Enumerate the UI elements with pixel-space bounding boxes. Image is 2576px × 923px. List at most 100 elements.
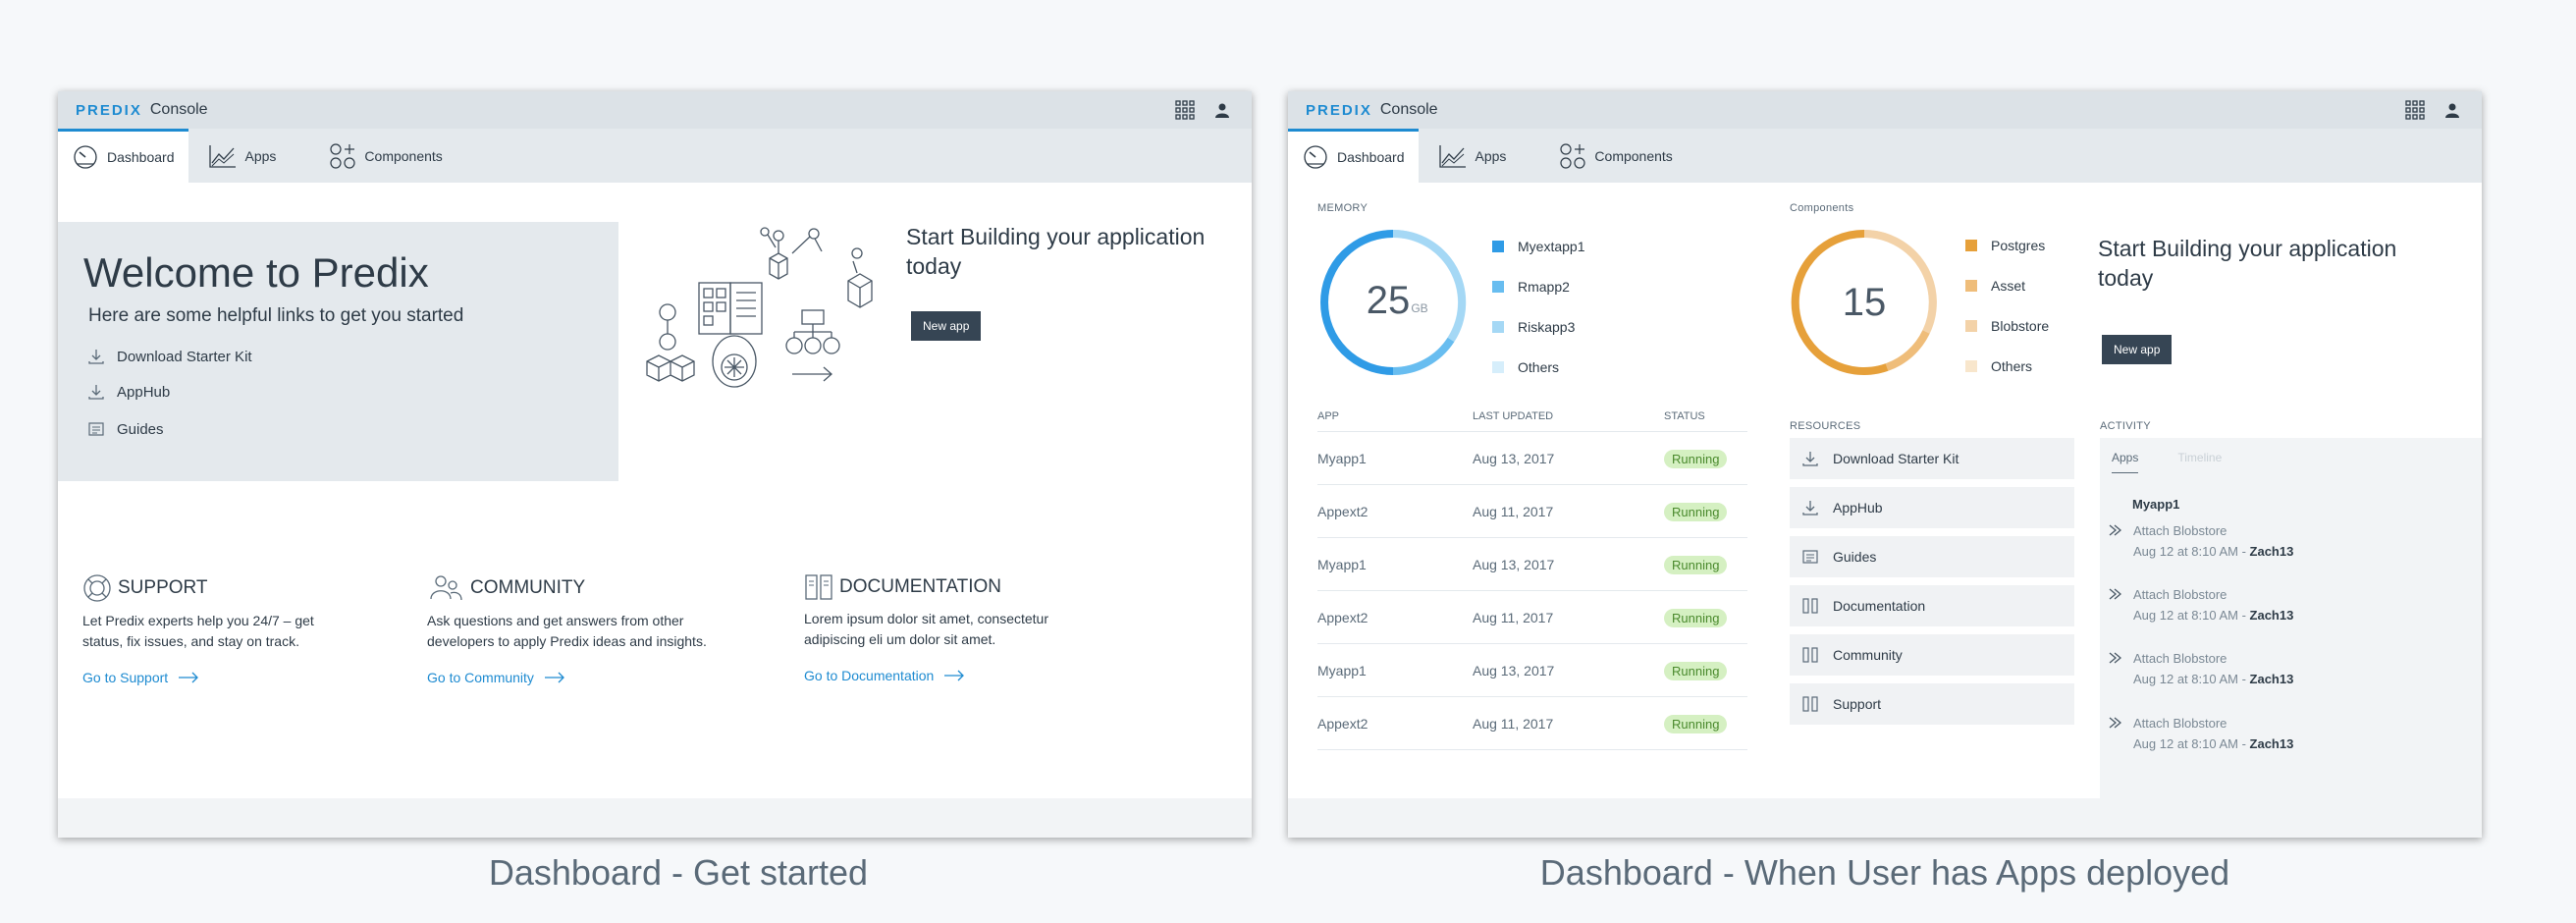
activity-user: Zach13 <box>2249 736 2294 751</box>
community-icon <box>430 575 462 601</box>
activity-time: Aug 12 at 8:10 AM - <box>2133 544 2246 559</box>
resource-apphub[interactable]: AppHub <box>1790 487 2074 528</box>
legend-label: Postgres <box>1991 237 2046 253</box>
documentation-column: DOCUMENTATION Lorem ipsum dolor sit amet… <box>804 573 1138 683</box>
cell-date: Aug 11, 2017 <box>1473 609 1554 625</box>
support-title: SUPPORT <box>118 577 208 598</box>
download-icon <box>1802 452 1818 466</box>
cell-app: Myapp1 <box>1317 556 1367 572</box>
tab-dashboard[interactable]: Dashboard <box>1288 129 1419 183</box>
tab-components[interactable]: Components <box>1545 129 1686 183</box>
line-chart-icon <box>208 144 236 168</box>
legend-swatch <box>1492 280 1504 293</box>
tab-dashboard-label: Dashboard <box>107 149 175 165</box>
documentation-icon <box>805 574 832 600</box>
legend-item: Others <box>1965 346 2049 386</box>
go-to-community-link[interactable]: Go to Community <box>427 670 761 685</box>
resource-download-starter-kit[interactable]: Download Starter Kit <box>1790 438 2074 479</box>
legend-swatch <box>1965 239 1977 251</box>
link-label: Guides <box>117 420 164 438</box>
cell-date: Aug 13, 2017 <box>1473 556 1555 572</box>
brand-title: Console <box>1379 101 1438 118</box>
link-apphub[interactable]: AppHub <box>87 383 170 401</box>
tab-apps[interactable]: Apps <box>188 129 316 183</box>
tab-apps[interactable]: Apps <box>1419 129 1546 183</box>
table-row[interactable]: Myapp1 Aug 13, 2017 Running <box>1317 538 1747 591</box>
memory-unit: GB <box>1411 301 1427 315</box>
brand-logo: PREDIX <box>76 101 142 119</box>
header-app: APP <box>1317 410 1340 422</box>
status-badge: Running <box>1664 449 1728 468</box>
link-label: Go to Community <box>427 670 534 685</box>
status-badge: Running <box>1664 555 1728 574</box>
cell-date: Aug 11, 2017 <box>1473 715 1554 732</box>
welcome-subtitle: Here are some helpful links to get you s… <box>88 305 464 326</box>
activity-action: Attach Blobstore <box>2133 651 2227 666</box>
activity-app-name: Myapp1 <box>2132 497 2180 512</box>
link-guides[interactable]: Guides <box>87 420 164 438</box>
documentation-icon <box>1802 598 1818 614</box>
resource-guides[interactable]: Guides <box>1790 536 2074 577</box>
new-app-button[interactable]: New app <box>2102 335 2173 364</box>
link-label: Download Starter Kit <box>117 348 252 365</box>
support-icon <box>83 574 111 602</box>
tab-dashboard-label: Dashboard <box>1337 149 1405 165</box>
footer-bar <box>1288 798 2482 838</box>
status-badge: Running <box>1664 608 1728 627</box>
activity-entry: Attach Blobstore Aug 12 at 8:10 AM - Zach… <box>2108 584 2293 625</box>
dashboard-get-started-window: PREDIX Console Dashboard Apps Components <box>58 91 1252 838</box>
community-description: Ask questions and get answers from other… <box>427 613 707 649</box>
legend-label: Myextapp1 <box>1518 238 1585 254</box>
resource-community[interactable]: Community <box>1790 634 2074 676</box>
user-icon[interactable] <box>1210 99 1234 121</box>
brand[interactable]: PREDIX Console <box>1306 101 1438 119</box>
welcome-title: Welcome to Predix <box>83 249 429 296</box>
title-bar: PREDIX Console <box>58 91 1252 129</box>
components-icon <box>330 142 356 169</box>
activity-tab-apps[interactable]: Apps <box>2112 451 2139 473</box>
link-download-starter-kit[interactable]: Download Starter Kit <box>87 348 252 365</box>
double-chevron-icon <box>2109 717 2122 729</box>
resource-documentation[interactable]: Documentation <box>1790 585 2074 626</box>
user-icon[interactable] <box>2441 99 2464 121</box>
activity-tab-timeline[interactable]: Timeline <box>2177 451 2222 473</box>
tab-components[interactable]: Components <box>315 129 456 183</box>
resource-support[interactable]: Support <box>1790 683 2074 725</box>
header-last-updated: LAST UPDATED <box>1473 410 1554 422</box>
table-row[interactable]: Myapp1 Aug 13, 2017 Running <box>1317 432 1747 485</box>
activity-action: Attach Blobstore <box>2133 587 2227 602</box>
arrow-right-icon <box>179 672 199 683</box>
table-row[interactable]: Appext2 Aug 11, 2017 Running <box>1317 697 1747 750</box>
arrow-right-icon <box>544 672 564 683</box>
download-icon <box>88 350 104 364</box>
activity-entry: Attach Blobstore Aug 12 at 8:10 AM - Zach… <box>2108 520 2293 562</box>
footer-bar <box>58 798 1252 838</box>
activity-action: Attach Blobstore <box>2133 716 2227 731</box>
legend-item: Rmapp2 <box>1492 266 1584 306</box>
table-row[interactable]: Appext2 Aug 11, 2017 Running <box>1317 591 1747 644</box>
caption-left: Dashboard - Get started <box>488 852 869 893</box>
legend-item: Asset <box>1965 265 2049 305</box>
activity-label: ACTIVITY <box>2100 420 2151 432</box>
legend-swatch <box>1492 320 1504 333</box>
support-icon <box>1802 696 1818 712</box>
legend-item: Others <box>1492 347 1584 387</box>
double-chevron-icon <box>2109 588 2122 600</box>
go-to-documentation-link[interactable]: Go to Documentation <box>804 668 1138 683</box>
legend-label: Asset <box>1991 277 2026 294</box>
app-grid-icon[interactable] <box>2403 99 2427 121</box>
community-icon <box>1802 647 1818 663</box>
legend-item: Postgres <box>1965 225 2049 265</box>
go-to-support-link[interactable]: Go to Support <box>82 670 416 685</box>
legend-label: Others <box>1518 358 1560 375</box>
community-column: COMMUNITY Ask questions and get answers … <box>427 573 761 685</box>
tab-dashboard[interactable]: Dashboard <box>58 129 188 183</box>
table-row[interactable]: Appext2 Aug 11, 2017 Running <box>1317 485 1747 538</box>
table-row[interactable]: Myapp1 Aug 13, 2017 Running <box>1317 644 1747 697</box>
new-app-button[interactable]: New app <box>911 311 982 341</box>
legend-label: Blobstore <box>1991 317 2050 334</box>
documentation-description: Lorem ipsum dolor sit amet, consectetur … <box>804 611 1048 647</box>
app-grid-icon[interactable] <box>1173 99 1197 121</box>
brand[interactable]: PREDIX Console <box>76 101 208 119</box>
components-legend: Postgres Asset Blobstore Others <box>1965 225 2049 386</box>
